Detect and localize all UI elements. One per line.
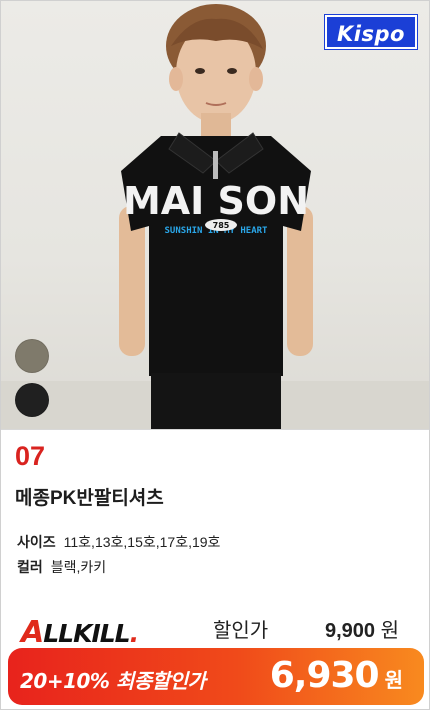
divider [1,429,429,430]
shirt-print-main: MAI SON [123,179,309,223]
brand-logo[interactable]: Kispo [325,15,417,49]
final-price-unit: 원 [384,668,403,692]
color-swatches [15,339,49,427]
rank-number: 07 [15,441,46,471]
discount-price-unit: 원 [380,620,399,642]
allkill-logo-dot: . [129,619,139,648]
product-card[interactable]: MAI SON SUNSHIN IN MY HEART 785 Kispo 07… [0,0,430,710]
final-price-banner[interactable]: 20+10% 최종할인가 6,930 원 [8,648,424,705]
size-value: 11호,13호,15호,17호,19호 [63,534,221,550]
discount-price-number: 9,900 [324,620,376,642]
product-photo[interactable]: MAI SON SUNSHIN IN MY HEART 785 Kispo [1,1,429,429]
final-price: 6,930 원 [269,655,403,696]
spec-color: 컬러 블랙,카키 [17,557,106,577]
size-label: 사이즈 [17,534,56,550]
color-value: 블랙,카키 [50,559,107,575]
discount-label: 할인가 [213,620,269,642]
product-name[interactable]: 메종PK반팔티셔츠 [15,483,164,510]
discount-price: 9,900 원 [325,614,399,643]
swatch-khaki[interactable] [15,339,49,373]
color-label: 컬러 [17,559,43,575]
allkill-logo-rest: LLKILL [43,619,130,648]
spec-size: 사이즈 11호,13호,15호,17호,19호 [17,532,220,552]
allkill-logo-a: A [21,615,44,650]
shirt-badge: 785 [213,221,230,230]
swatch-black[interactable] [15,383,49,417]
final-price-number: 6,930 [269,655,380,696]
final-price-label: 20+10% 최종할인가 [20,669,206,693]
allkill-logo: ALLKILL. [21,615,139,650]
model-illustration: MAI SON SUNSHIN IN MY HEART 785 [1,4,429,429]
